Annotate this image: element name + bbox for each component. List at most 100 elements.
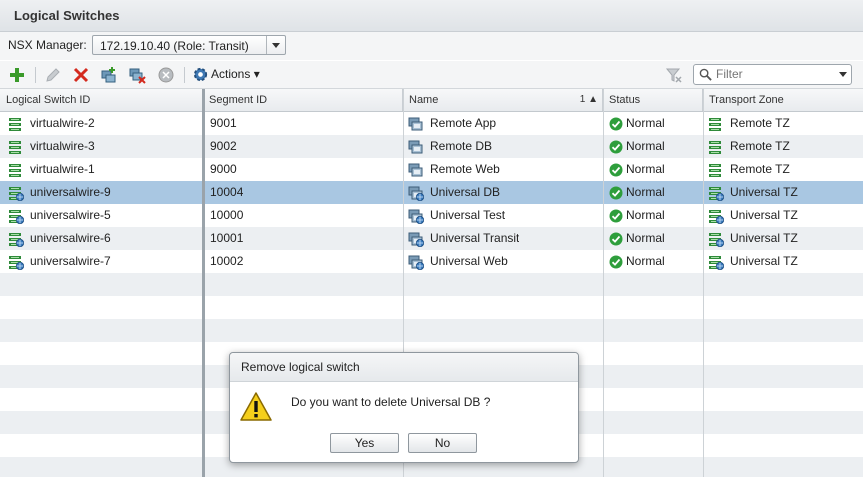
circle-icon[interactable]	[157, 66, 175, 84]
logical-switch-icon	[9, 233, 24, 247]
pencil-icon[interactable]	[44, 66, 62, 84]
cell-status: Normal	[626, 254, 665, 268]
remove-switch-dialog: Remove logical switch Do you want to del…	[229, 352, 579, 463]
column-header-logical-switch-id[interactable]: Logical Switch ID	[0, 89, 203, 111]
add-vm-icon[interactable]	[100, 66, 118, 84]
transport-zone-icon	[709, 164, 721, 177]
table-row[interactable]: universalwire-6 10001 Universal Transit Nor…	[0, 227, 863, 250]
empty-row	[0, 273, 863, 296]
table-row[interactable]: universalwire-7 10002 Universal Web Normal U…	[0, 250, 863, 273]
cell-segment-id: 9002	[210, 139, 237, 153]
cell-status: Normal	[626, 208, 665, 222]
column-header-status[interactable]: Status	[603, 89, 703, 111]
transport-zone-icon	[709, 233, 724, 247]
check-circle-icon	[609, 117, 623, 131]
transport-zone-icon	[709, 256, 724, 270]
column-divider	[703, 89, 704, 477]
table-row[interactable]: universalwire-5 10000 Universal Test Normal…	[0, 204, 863, 227]
cell-name: Remote Web	[430, 162, 500, 176]
transport-zone-icon	[709, 118, 721, 131]
cell-transport-zone: Universal TZ	[730, 185, 798, 199]
gear-icon	[193, 67, 208, 82]
cell-status: Normal	[626, 185, 665, 199]
yes-button[interactable]: Yes	[330, 433, 399, 453]
cell-logical-switch-id: universalwire-5	[30, 208, 111, 222]
cell-name: Universal Transit	[430, 231, 520, 245]
column-header-transport-zone[interactable]: Transport Zone	[703, 89, 863, 111]
chevron-down-icon[interactable]	[266, 36, 285, 54]
logical-switch-icon	[9, 164, 21, 177]
vm-group-icon	[408, 186, 424, 201]
check-circle-icon	[609, 186, 623, 200]
cell-transport-zone: Universal TZ	[730, 208, 798, 222]
column-header-name[interactable]: Name 1 ▲	[403, 89, 603, 111]
cell-segment-id: 9001	[210, 116, 237, 130]
vm-group-icon	[408, 232, 424, 247]
table-row[interactable]: virtualwire-2 9001 Remote App Normal Remote …	[0, 112, 863, 135]
cell-status: Normal	[626, 162, 665, 176]
logical-switch-icon	[9, 187, 24, 201]
cell-name: Remote DB	[430, 139, 493, 153]
vm-group-icon	[408, 209, 424, 224]
dialog-title: Remove logical switch	[241, 360, 360, 374]
cell-name: Universal DB	[430, 185, 501, 199]
chevron-down-icon[interactable]	[839, 72, 847, 77]
transport-zone-icon	[709, 210, 724, 224]
funnel-clear-icon[interactable]	[665, 66, 683, 84]
cell-logical-switch-id: virtualwire-3	[30, 139, 95, 153]
cell-logical-switch-id: universalwire-7	[30, 254, 111, 268]
panel-header: Logical Switches	[0, 0, 863, 32]
cell-segment-id: 10000	[210, 208, 244, 222]
vm-group-icon	[408, 117, 423, 131]
empty-row	[0, 319, 863, 342]
cell-name: Universal Test	[430, 208, 506, 222]
cell-name: Remote App	[430, 116, 497, 130]
no-button[interactable]: No	[408, 433, 477, 453]
check-circle-icon	[609, 209, 623, 223]
vm-group-icon	[408, 140, 423, 154]
table-row[interactable]: virtualwire-1 9000 Remote Web Normal Remote …	[0, 158, 863, 181]
cell-segment-id: 9000	[210, 162, 237, 176]
column-splitter[interactable]	[202, 89, 205, 477]
cell-status: Normal	[626, 139, 665, 153]
cell-transport-zone: Remote TZ	[730, 162, 790, 176]
cell-status: Normal	[626, 116, 665, 130]
table-row[interactable]: virtualwire-3 9002 Remote DB Normal Remote T…	[0, 135, 863, 158]
filter-input[interactable]	[716, 66, 826, 82]
table-row[interactable]: universalwire-9 10004 Universal DB Normal Un…	[0, 181, 863, 204]
logical-switch-icon	[9, 118, 21, 131]
logical-switch-icon	[9, 256, 24, 270]
cell-name: Universal Web	[430, 254, 508, 268]
actions-label: Actions ▾	[211, 67, 260, 81]
check-circle-icon	[609, 255, 623, 269]
cell-transport-zone: Remote TZ	[730, 139, 790, 153]
cell-logical-switch-id: universalwire-6	[30, 231, 111, 245]
column-divider	[603, 89, 604, 477]
plus-icon[interactable]	[8, 66, 26, 84]
transport-zone-icon	[709, 187, 724, 201]
cell-segment-id: 10001	[210, 231, 244, 245]
logical-switch-icon	[9, 141, 21, 154]
cell-transport-zone: Remote TZ	[730, 116, 790, 130]
remove-vm-icon[interactable]	[128, 66, 146, 84]
x-icon[interactable]	[72, 66, 90, 84]
cell-transport-zone: Universal TZ	[730, 254, 798, 268]
column-header-segment-id[interactable]: Segment ID	[203, 89, 403, 111]
toolbar-divider	[35, 67, 36, 83]
toolbar: Actions ▾	[0, 61, 863, 89]
cell-status: Normal	[626, 231, 665, 245]
nsx-manager-select[interactable]: 172.19.10.40 (Role: Transit)	[92, 35, 286, 55]
cell-segment-id: 10004	[210, 185, 244, 199]
check-circle-icon	[609, 163, 623, 177]
filter-field[interactable]	[693, 64, 852, 85]
empty-row	[0, 296, 863, 319]
cell-logical-switch-id: virtualwire-2	[30, 116, 95, 130]
vm-group-icon	[408, 163, 423, 177]
cell-segment-id: 10002	[210, 254, 244, 268]
manager-bar: NSX Manager: 172.19.10.40 (Role: Transit…	[0, 32, 863, 60]
cell-logical-switch-id: virtualwire-1	[30, 162, 95, 176]
cell-logical-switch-id: universalwire-9	[30, 185, 111, 199]
transport-zone-icon	[709, 141, 721, 154]
nsx-manager-label: NSX Manager:	[8, 38, 87, 52]
nsx-manager-value: 172.19.10.40 (Role: Transit)	[100, 39, 249, 53]
